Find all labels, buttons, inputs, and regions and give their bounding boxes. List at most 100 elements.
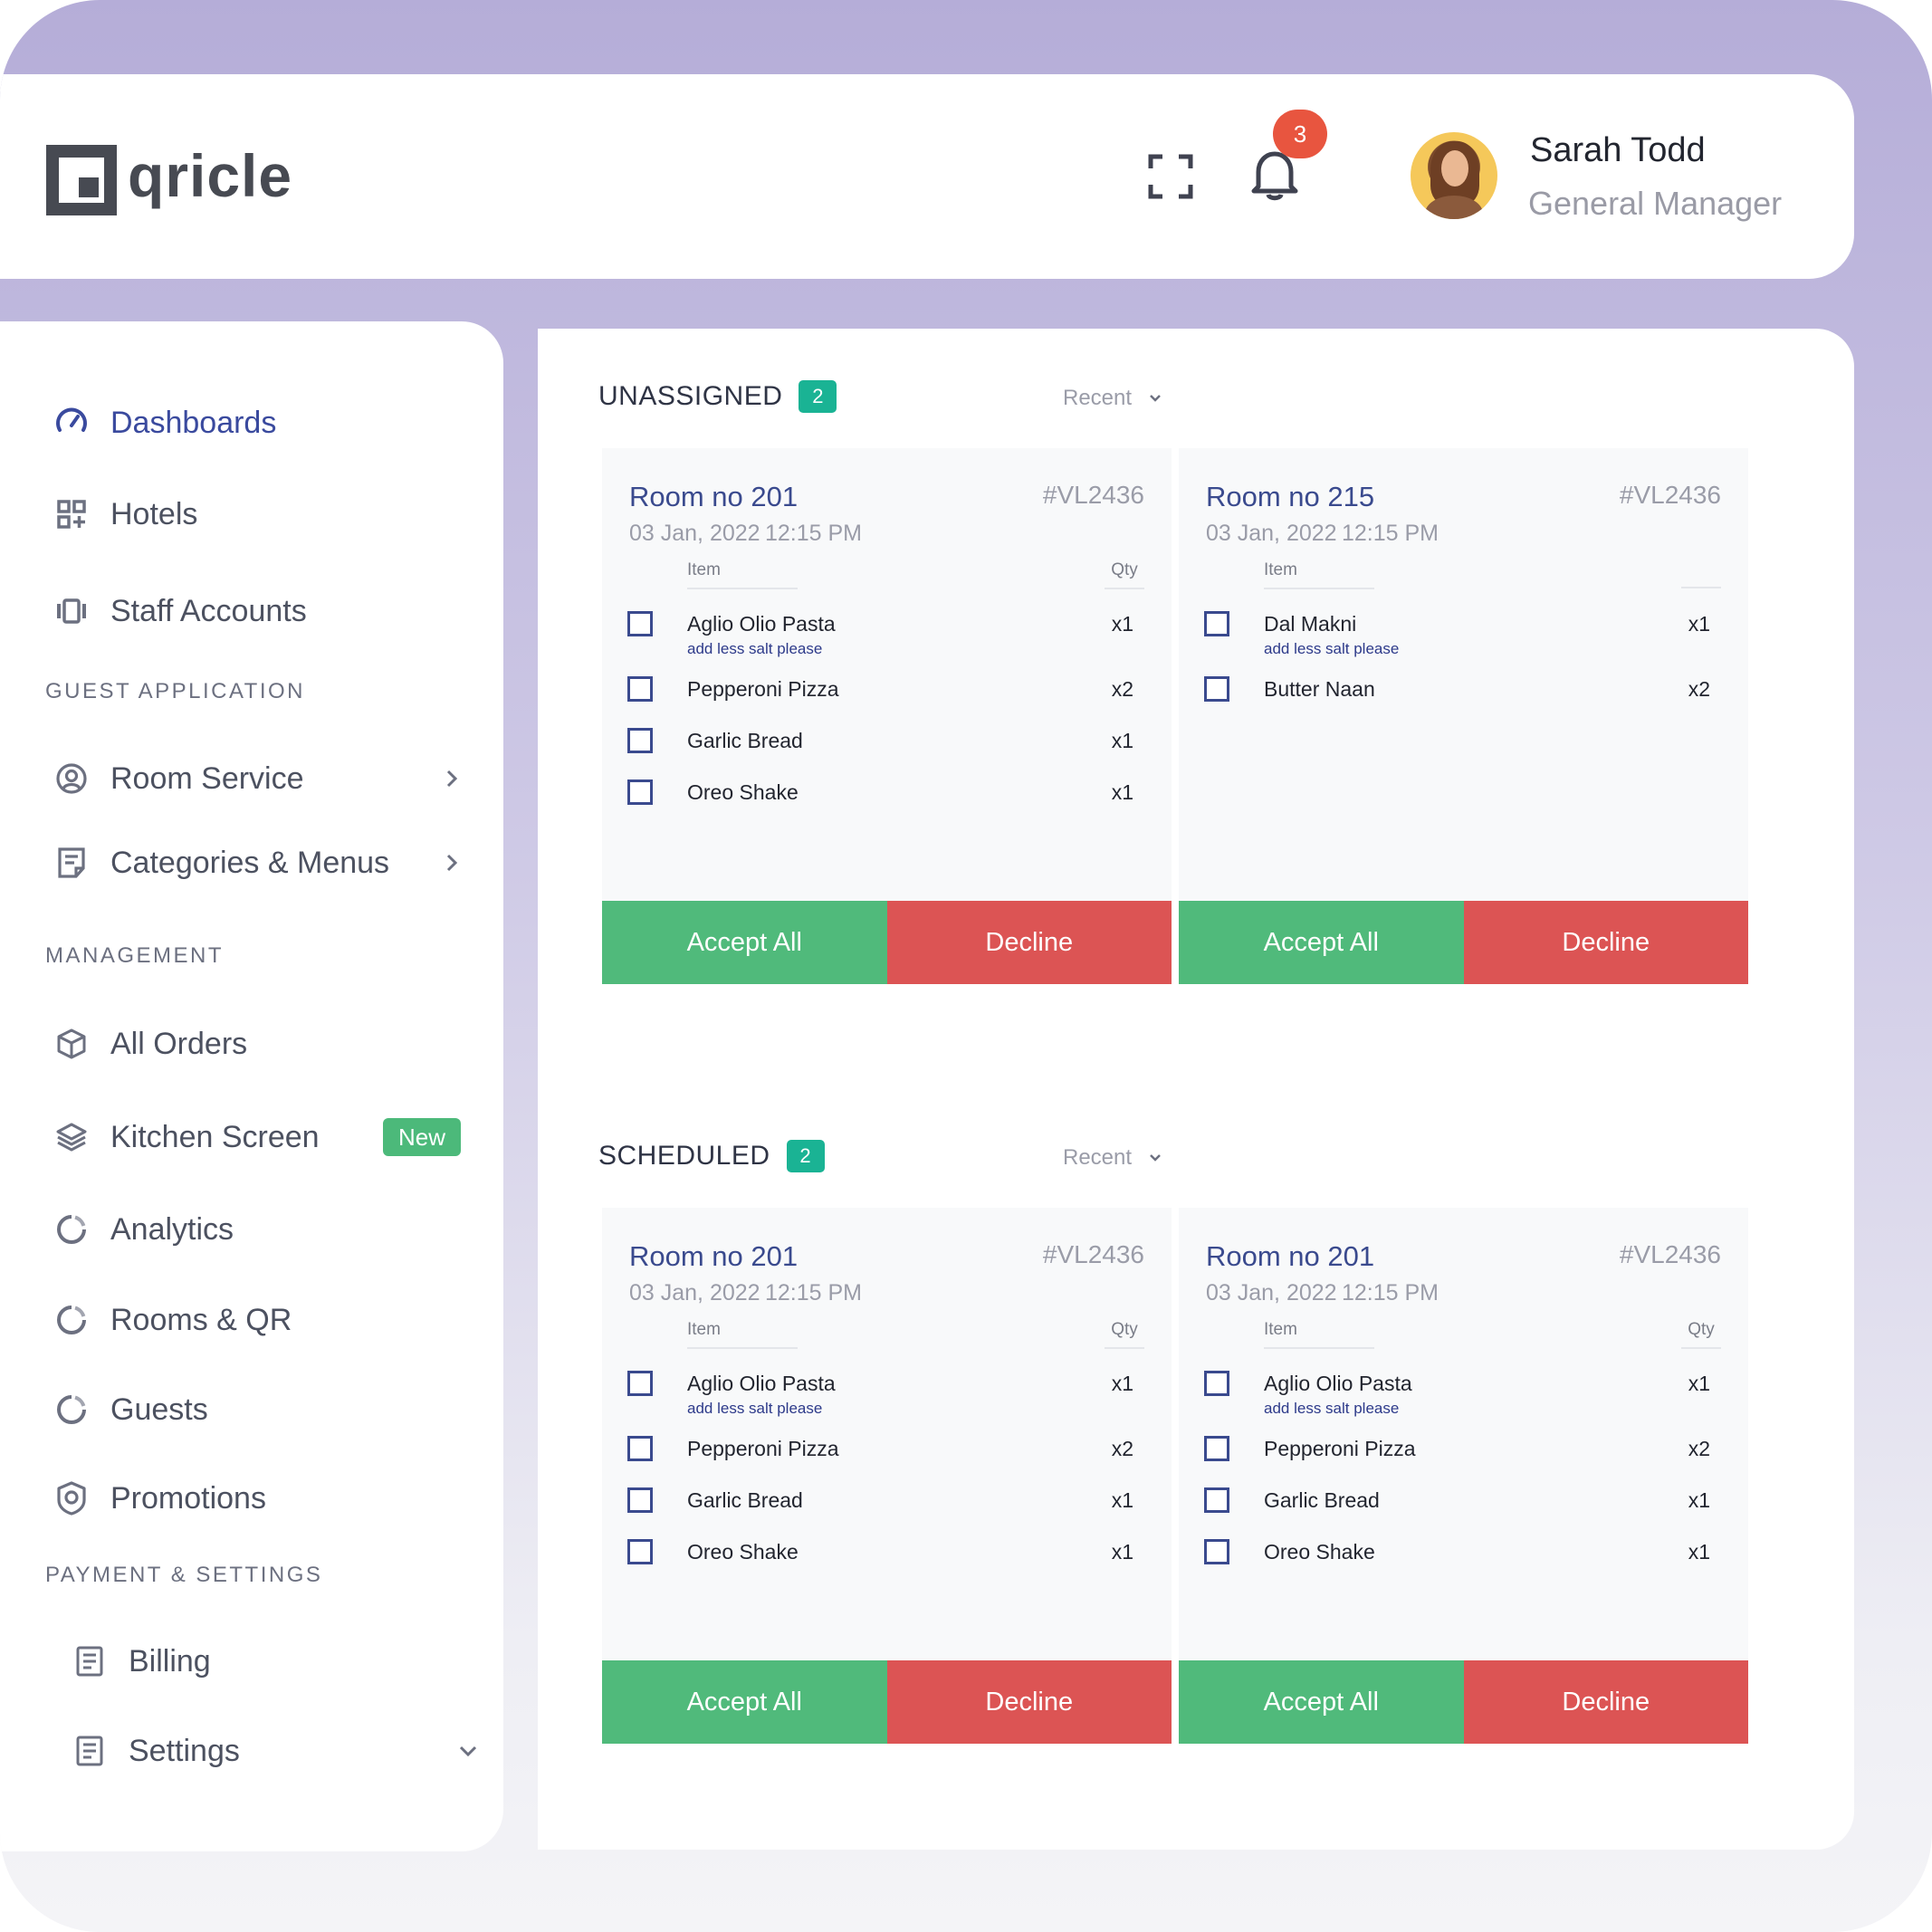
item-qty: x1 — [1688, 1488, 1710, 1512]
user-avatar[interactable] — [1411, 132, 1497, 219]
accept-all-button[interactable]: Accept All — [1179, 1660, 1464, 1744]
chevron-down-icon — [1150, 1154, 1161, 1162]
count-badge: 2 — [786, 1140, 825, 1172]
decline-button[interactable]: Decline — [886, 901, 1172, 984]
item-checkbox[interactable] — [627, 676, 653, 702]
chevron-down-icon — [1150, 395, 1161, 402]
order-line-item: Oreo Shake x1 — [602, 779, 1172, 834]
order-line-item: Pepperoni Pizza x2 — [1179, 1436, 1748, 1490]
order-line-item: Garlic Bread x1 — [1179, 1487, 1748, 1542]
decline-button[interactable]: Decline — [1463, 901, 1748, 984]
brand-logo[interactable]: qricle — [46, 141, 292, 219]
column-header-qty: Qty — [1681, 1320, 1721, 1349]
box-icon — [54, 1027, 89, 1061]
sidebar-item-dashboards[interactable]: Dashboards — [54, 400, 276, 445]
item-name: Dal Makni — [1264, 612, 1357, 636]
item-name: Garlic Bread — [687, 729, 803, 752]
item-checkbox[interactable] — [1204, 611, 1229, 636]
card-actions: Accept All Decline — [1179, 901, 1748, 984]
chevron-right-icon[interactable] — [440, 767, 464, 790]
carousel-icon — [54, 594, 89, 628]
room-number: Room no 201 — [629, 481, 799, 512]
item-qty: x1 — [1111, 729, 1133, 752]
chevron-down-icon[interactable] — [456, 1739, 480, 1763]
item-checkbox[interactable] — [627, 1487, 653, 1513]
sidebar-item-hotels[interactable]: Hotels — [54, 492, 197, 537]
app-window: qricle 3 Sarah Todd General Manager Dash… — [0, 0, 1932, 1932]
order-card: Room no 201 #VL2436 03 Jan, 2022 12:15 P… — [602, 1208, 1172, 1744]
item-name: Aglio Olio Pasta — [687, 1372, 836, 1395]
order-code: #VL2436 — [1042, 1240, 1144, 1268]
item-checkbox[interactable] — [1204, 1371, 1229, 1396]
new-badge: New — [383, 1118, 461, 1156]
section-title: UNASSIGNED — [598, 381, 783, 411]
item-name: Aglio Olio Pasta — [687, 612, 836, 636]
order-line-item: Oreo Shake x1 — [602, 1539, 1172, 1593]
fullscreen-icon[interactable] — [1148, 154, 1193, 199]
sidebar-item-analytics[interactable]: Analytics — [54, 1207, 234, 1252]
sidebar-item-categories-menus[interactable]: Categories & Menus — [54, 840, 389, 885]
item-checkbox[interactable] — [1204, 676, 1229, 702]
card-actions: Accept All Decline — [602, 1660, 1172, 1744]
sidebar-item-settings[interactable]: Settings — [72, 1728, 240, 1774]
user-role: General Manager — [1528, 185, 1783, 222]
sort-dropdown[interactable]: Recent — [1063, 1145, 1162, 1171]
order-line-item: Garlic Bread x1 — [602, 728, 1172, 782]
brand-name: qricle — [128, 142, 293, 209]
item-checkbox[interactable] — [1204, 1539, 1229, 1564]
item-checkbox[interactable] — [1204, 1487, 1229, 1513]
order-code: #VL2436 — [1042, 481, 1144, 509]
item-checkbox[interactable] — [627, 779, 653, 805]
sidebar-item-kitchen-screen[interactable]: Kitchen Screen — [54, 1114, 320, 1160]
layers-icon — [54, 1120, 89, 1154]
section-title: SCHEDULED — [598, 1141, 770, 1171]
item-name: Oreo Shake — [687, 1540, 799, 1564]
item-checkbox[interactable] — [627, 611, 653, 636]
sidebar-item-staff-accounts[interactable]: Staff Accounts — [54, 588, 307, 634]
order-line-item: Butter Naan x2 — [1179, 676, 1748, 731]
item-checkbox[interactable] — [627, 1371, 653, 1396]
sidebar-item-all-orders[interactable]: All Orders — [54, 1021, 247, 1066]
item-name: Oreo Shake — [687, 780, 799, 804]
sidebar-item-room-service[interactable]: Room Service — [54, 756, 304, 801]
order-time: 12:15 PM — [1342, 1280, 1439, 1306]
item-note: add less salt please — [1264, 1400, 1400, 1417]
order-card: Room no 201 #VL2436 03 Jan, 2022 12:15 P… — [602, 448, 1172, 984]
sidebar-item-guests[interactable]: Guests — [54, 1387, 208, 1432]
order-card: Room no 201 #VL2436 03 Jan, 2022 12:15 P… — [1179, 1208, 1748, 1744]
item-qty: x1 — [1111, 1540, 1133, 1564]
item-qty: x1 — [1111, 1372, 1133, 1395]
sort-dropdown[interactable]: Recent — [1063, 386, 1162, 411]
accept-all-button[interactable]: Accept All — [602, 1660, 887, 1744]
sidebar-item-promotions[interactable]: Promotions — [54, 1476, 266, 1521]
sidebar-item-billing[interactable]: Billing — [72, 1639, 211, 1684]
decline-button[interactable]: Decline — [1463, 1660, 1748, 1744]
sidebar-item-rooms-qr[interactable]: Rooms & QR — [54, 1297, 292, 1343]
order-time: 12:15 PM — [1342, 521, 1439, 546]
item-checkbox[interactable] — [1204, 1436, 1229, 1461]
donut-icon — [54, 1303, 89, 1337]
order-line-item: Oreo Shake x1 — [1179, 1539, 1748, 1593]
order-line-item: Pepperoni Pizza x2 — [602, 676, 1172, 731]
column-header-item: Item — [687, 1320, 798, 1349]
chevron-right-icon[interactable] — [440, 851, 464, 875]
accept-all-button[interactable]: Accept All — [1179, 901, 1464, 984]
item-note: add less salt please — [687, 1400, 823, 1417]
decline-button[interactable]: Decline — [886, 1660, 1172, 1744]
order-date: 03 Jan, 2022 — [629, 1280, 760, 1306]
section-payment-settings: PAYMENT & SETTINGS — [45, 1563, 323, 1587]
order-line-item: Dal Makni add less salt please x1 — [1179, 611, 1748, 665]
order-time: 12:15 PM — [765, 521, 863, 546]
sort-label: Recent — [1063, 1145, 1133, 1170]
item-checkbox[interactable] — [627, 728, 653, 753]
item-name: Pepperoni Pizza — [687, 677, 839, 701]
item-checkbox[interactable] — [627, 1436, 653, 1461]
item-checkbox[interactable] — [627, 1539, 653, 1564]
section-header-scheduled: SCHEDULED 2 — [598, 1140, 825, 1172]
section-header-unassigned: UNASSIGNED 2 — [598, 380, 837, 413]
item-qty: x2 — [1688, 1437, 1710, 1460]
accept-all-button[interactable]: Accept All — [602, 901, 887, 984]
receipt-icon — [72, 1644, 107, 1679]
item-name: Pepperoni Pizza — [687, 1437, 839, 1460]
card-actions: Accept All Decline — [602, 901, 1172, 984]
